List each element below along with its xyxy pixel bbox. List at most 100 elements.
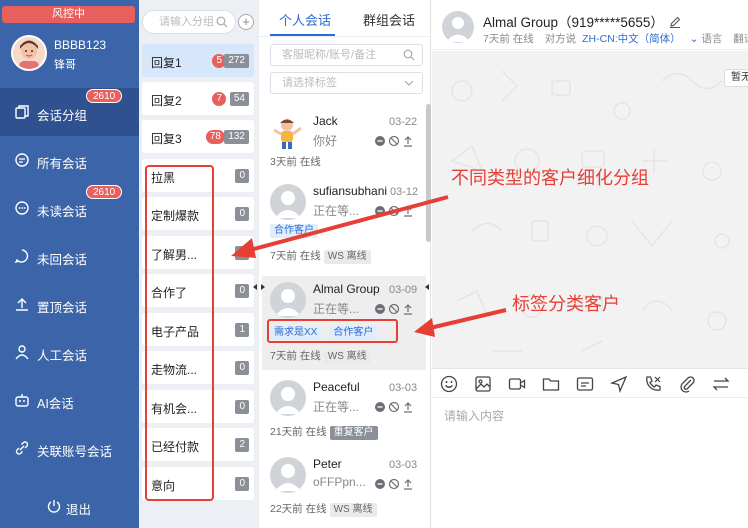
nav-item-all-sessions[interactable]: 所有会话 bbox=[0, 136, 139, 184]
chat-status-row: 7天前 在线 WS 离线 bbox=[270, 248, 371, 264]
nav-item-ai-sessions[interactable]: AI会话 bbox=[0, 376, 139, 424]
chat-bubble-icon bbox=[15, 153, 29, 167]
chat-status-row: 21天前 在线 重复客户 bbox=[270, 424, 378, 440]
tab-group-chats[interactable]: 群组会话 bbox=[363, 10, 415, 29]
video-icon[interactable] bbox=[508, 375, 526, 393]
group-search-input[interactable]: 请输入分组 bbox=[142, 10, 236, 34]
nav-item-session-groups[interactable]: 会话分组 2610 bbox=[0, 88, 139, 136]
chat-preview: 正在等... bbox=[313, 302, 360, 316]
chat-actions[interactable] bbox=[374, 303, 418, 315]
conversation-title: Almal Group（919*****5655） bbox=[483, 11, 681, 31]
folder-icon[interactable] bbox=[542, 375, 560, 393]
contact-name: Peaceful bbox=[313, 380, 360, 394]
transfer-icon[interactable] bbox=[712, 375, 730, 393]
robot-icon bbox=[15, 394, 29, 407]
contact-name: Jack bbox=[313, 114, 338, 128]
image-icon[interactable] bbox=[474, 375, 492, 393]
chat-preview: 正在等... bbox=[313, 204, 360, 218]
nav-item-unreplied-sessions[interactable]: 未回会话 bbox=[0, 232, 139, 280]
chat-actions[interactable] bbox=[374, 401, 418, 413]
copy-icon bbox=[15, 105, 29, 119]
card-icon[interactable] bbox=[576, 375, 594, 393]
conversation-avatar[interactable] bbox=[442, 11, 474, 43]
annotation-highlight-box bbox=[145, 165, 214, 501]
group-count-badge: 0 bbox=[235, 477, 249, 491]
user-name: BBBB123 bbox=[54, 38, 107, 52]
contact-avatar bbox=[270, 282, 306, 318]
nav-item-pinned-sessions[interactable]: 置顶会话 bbox=[0, 280, 139, 328]
person-icon bbox=[15, 345, 29, 360]
group-count-badge: 0 bbox=[235, 207, 249, 221]
group-search-placeholder: 请输入分组 bbox=[159, 16, 214, 28]
location-icon[interactable] bbox=[610, 375, 628, 393]
group-item[interactable]: 回复2 7 54 bbox=[142, 82, 254, 115]
group-count-badge: 54 bbox=[229, 92, 249, 106]
group-count-badge: 2 bbox=[235, 438, 249, 452]
divider bbox=[259, 36, 431, 37]
group-item[interactable]: 回复1 5 272 bbox=[142, 44, 254, 77]
last-seen: 7天前 在线 bbox=[270, 350, 321, 362]
add-group-button[interactable]: + bbox=[238, 14, 254, 30]
chat-circle-icon bbox=[14, 249, 29, 264]
group-unread-badge: 7 bbox=[212, 92, 226, 106]
chat-list-item[interactable]: Jack 03-22 你好 3天前 在线 bbox=[262, 108, 426, 172]
chat-date: 03-12 bbox=[390, 186, 419, 198]
group-label: 回复3 bbox=[151, 132, 182, 146]
contact-name: Peter bbox=[313, 457, 342, 471]
scrollbar[interactable] bbox=[426, 104, 431, 242]
contact-avatar bbox=[270, 114, 306, 150]
last-seen: 22天前 在线 bbox=[270, 503, 327, 515]
message-input[interactable]: 请输入内容 bbox=[444, 407, 504, 424]
status-chip: WS 离线 bbox=[323, 350, 371, 364]
logout-button[interactable]: 退出 bbox=[0, 490, 139, 522]
language-selector[interactable]: ZH-CN:中文（简体） bbox=[582, 33, 681, 45]
group-count-badge: 0 bbox=[235, 361, 249, 375]
unread-badge: 2610 bbox=[86, 185, 123, 199]
resize-handle-icon[interactable] bbox=[253, 282, 265, 292]
nav-item-label: AI会话 bbox=[37, 397, 74, 411]
chat-actions[interactable] bbox=[374, 478, 418, 490]
chat-date: 03-03 bbox=[389, 382, 418, 394]
logout-label: 退出 bbox=[66, 503, 92, 517]
attach-icon[interactable] bbox=[678, 375, 696, 393]
annotation-text: 标签分类客户 bbox=[512, 294, 620, 314]
nav-item-manual-sessions[interactable]: 人工会话 bbox=[0, 328, 139, 376]
edit-icon[interactable] bbox=[669, 16, 681, 28]
risk-status-badge: 风控中 bbox=[2, 6, 135, 23]
chat-date: 03-22 bbox=[389, 116, 418, 128]
chat-search-input[interactable]: 客服昵称/账号/备注 bbox=[270, 44, 423, 66]
chat-list-item[interactable]: Peter 03-03 oFFPpn... 22天前 在线 WS 离线 bbox=[262, 451, 426, 523]
call-icon[interactable] bbox=[644, 375, 662, 393]
chat-list-item[interactable]: sufiansubhani 03-12 正在等... 合作客户 7天前 在线 WS… bbox=[262, 178, 426, 266]
chat-actions[interactable] bbox=[374, 135, 418, 147]
tag-select-placeholder: 请选择标签 bbox=[282, 77, 337, 89]
link-icon bbox=[15, 441, 29, 455]
pause-button[interactable]: 暂无 bbox=[724, 69, 748, 87]
last-seen: 7天前 在线 bbox=[483, 33, 534, 45]
chat-status-row: 7天前 在线 WS 离线 bbox=[270, 348, 371, 364]
chat-actions[interactable] bbox=[374, 205, 418, 217]
group-label: 回复1 bbox=[151, 56, 182, 70]
chevron-down-icon[interactable]: ⌄ bbox=[690, 33, 699, 45]
user-avatar[interactable] bbox=[11, 35, 47, 71]
nav-item-unread-sessions[interactable]: 未读会话 2610 bbox=[0, 184, 139, 232]
nav-item-label: 会话分组 bbox=[37, 109, 88, 123]
emoji-icon[interactable] bbox=[440, 375, 458, 393]
conversation-title-text: Almal Group（919*****5655） bbox=[483, 15, 664, 30]
pin-top-icon bbox=[16, 298, 28, 311]
group-item[interactable]: 回复3 78 132 bbox=[142, 120, 254, 153]
power-icon bbox=[47, 500, 61, 513]
translate-label[interactable]: 翻译済 bbox=[733, 33, 748, 45]
group-count-badge: 132 bbox=[224, 130, 249, 144]
contact-name: sufiansubhani bbox=[313, 184, 388, 198]
contact-avatar bbox=[270, 380, 306, 416]
chat-status-row: 22天前 在线 WS 离线 bbox=[270, 501, 377, 517]
nav-item-linked-account-sessions[interactable]: 关联账号会话 bbox=[0, 424, 139, 472]
group-count-badge: 0 bbox=[235, 400, 249, 414]
group-count-badge: 0 bbox=[235, 246, 249, 260]
tag-select-dropdown[interactable]: 请选择标签 bbox=[270, 72, 423, 94]
user-subname: 锋哥 bbox=[54, 59, 76, 71]
group-unread-badge: 78 bbox=[205, 130, 225, 144]
chat-list-item[interactable]: Peaceful 03-03 正在等... 21天前 在线 重复客户 bbox=[262, 374, 426, 444]
tab-personal-chats[interactable]: 个人会话 bbox=[279, 10, 331, 29]
